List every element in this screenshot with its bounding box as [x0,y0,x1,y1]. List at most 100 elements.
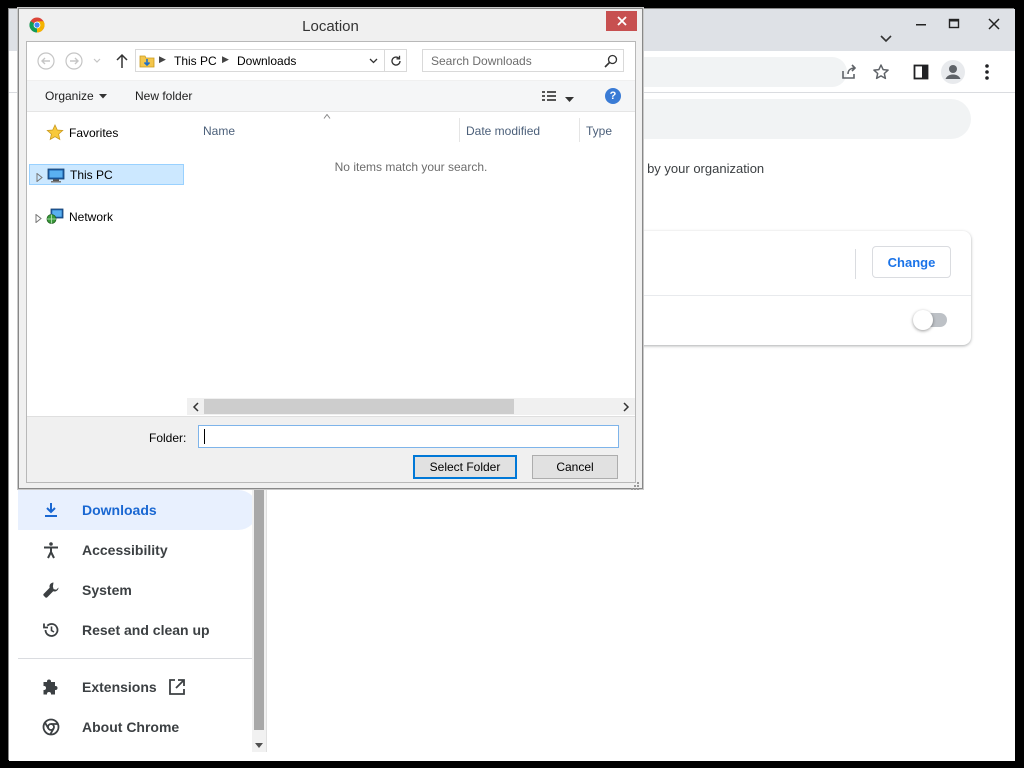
view-details-icon [542,91,556,101]
breadcrumb-this-pc[interactable]: This PC [174,54,217,68]
breadcrumb-downloads[interactable]: Downloads [237,54,296,68]
download-icon [40,499,62,521]
chevron-down-icon [93,58,101,63]
chevron-down-icon [98,93,107,98]
puzzle-icon [40,676,62,698]
column-header-name[interactable]: Name [187,118,459,142]
select-folder-button[interactable]: Select Folder [413,455,517,479]
location-dialog: Location ▶ This PC ▶ Downloads Search Do… [18,8,643,490]
search-input[interactable] [423,50,601,71]
folder-location-icon [139,52,155,72]
tree-item-label: Favorites [69,126,119,140]
sidebar-item-extensions[interactable]: Extensions [18,667,258,707]
refresh-button[interactable] [385,49,407,72]
expand-arrow-icon[interactable] [36,171,44,183]
up-folder-button[interactable] [113,52,131,70]
resize-grip-icon[interactable] [629,477,639,490]
folder-label: Folder: [149,431,187,445]
chevron-down-icon [369,58,377,64]
back-arrow-icon [37,52,55,70]
organize-label: Organize [45,89,94,103]
folder-name-field[interactable] [198,425,619,448]
text-caret [204,429,205,444]
change-view-button[interactable] [541,88,559,104]
share-icon[interactable] [838,61,860,83]
settings-search-field[interactable] [619,99,971,139]
tree-item-network[interactable]: Network [29,206,184,227]
dialog-close-button[interactable] [606,11,637,31]
tree-item-label: Network [69,210,114,224]
view-options-dropdown[interactable] [565,92,575,102]
recent-locations-dropdown[interactable] [91,52,103,70]
settings-main-area [266,490,1014,752]
up-arrow-icon [116,53,128,68]
dialog-footer: Folder: Select Folder Cancel [27,416,635,482]
managed-notice-text: by your organization [643,161,765,176]
column-header-type[interactable]: Type [579,118,635,142]
horizontal-scrollbar[interactable] [187,398,635,415]
sidebar-item-label: Reset and clean up [82,622,210,638]
search-downloads-field[interactable] [422,49,624,72]
scroll-down-arrow-icon[interactable] [255,736,263,754]
expand-arrow-icon[interactable] [35,212,43,224]
dialog-titlebar: Location [19,9,642,41]
maximize-icon [948,18,960,29]
side-panel-icon[interactable] [910,61,932,83]
tab-search-icon[interactable] [877,29,895,47]
dialog-body: ▶ This PC ▶ Downloads Organize [26,41,636,483]
chrome-icon [40,716,62,738]
sidebar-item-label: System [82,582,132,598]
dialog-title: Location [302,18,359,35]
scroll-right-arrow-icon[interactable] [621,400,631,412]
file-list: Name Date modified Type No items match y… [187,112,635,412]
sidebar-border [266,490,267,752]
scroll-left-arrow-icon[interactable] [191,400,201,412]
forward-button[interactable] [65,52,83,70]
empty-results-message: No items match your search. [334,160,488,174]
sidebar-item-downloads[interactable]: Downloads [18,490,258,530]
back-button[interactable] [37,52,55,70]
address-bar[interactable]: ▶ This PC ▶ Downloads [135,49,385,72]
computer-icon [47,167,65,184]
tree-item-this-pc[interactable]: This PC [29,164,184,185]
navigation-row: ▶ This PC ▶ Downloads [27,42,635,80]
managed-notice: ed by your organization [629,161,764,176]
toggle-knob [913,310,933,330]
sidebar-scrollbar[interactable] [252,490,266,752]
sidebar-item-accessibility[interactable]: Accessibility [18,530,258,570]
network-icon [46,208,64,225]
bookmark-star-icon[interactable] [870,61,892,83]
breadcrumb-separator-icon: ▶ [159,54,166,64]
tree-item-favorites[interactable]: Favorites [29,122,184,143]
accessibility-icon [40,539,62,561]
organize-menu-button[interactable]: Organize [45,89,107,103]
chevron-down-icon [565,97,574,102]
favorites-star-icon [46,124,64,141]
omnibox[interactable] [609,57,847,87]
wrench-icon [40,579,62,601]
maximize-button[interactable] [934,11,974,37]
address-history-dropdown[interactable] [366,53,380,69]
sidebar-item-about-chrome[interactable]: About Chrome [18,707,258,747]
change-location-button[interactable]: Change [872,246,951,278]
sidebar-divider [18,658,254,659]
kebab-menu-icon[interactable] [976,61,998,83]
scrollbar-thumb[interactable] [204,399,514,414]
card-divider [855,249,856,279]
close-window-button[interactable] [973,11,1015,37]
profile-avatar-icon[interactable] [941,60,965,84]
ask-where-to-save-toggle[interactable] [913,310,947,330]
column-header-date-modified[interactable]: Date modified [459,118,579,142]
sidebar-item-system[interactable]: System [18,570,258,610]
settings-sidebar-list: Downloads Accessibility System Reset and… [18,490,262,752]
sidebar-item-label: Accessibility [82,542,168,558]
refresh-icon [390,55,401,66]
new-folder-button[interactable]: New folder [135,89,192,103]
search-icon[interactable] [603,53,619,69]
breadcrumb-separator-icon: ▶ [222,54,229,64]
cancel-button[interactable]: Cancel [532,455,618,479]
scrollbar-thumb[interactable] [254,490,264,730]
restore-icon [40,619,62,641]
sidebar-item-reset[interactable]: Reset and clean up [18,610,258,650]
help-button[interactable]: ? [605,88,621,104]
